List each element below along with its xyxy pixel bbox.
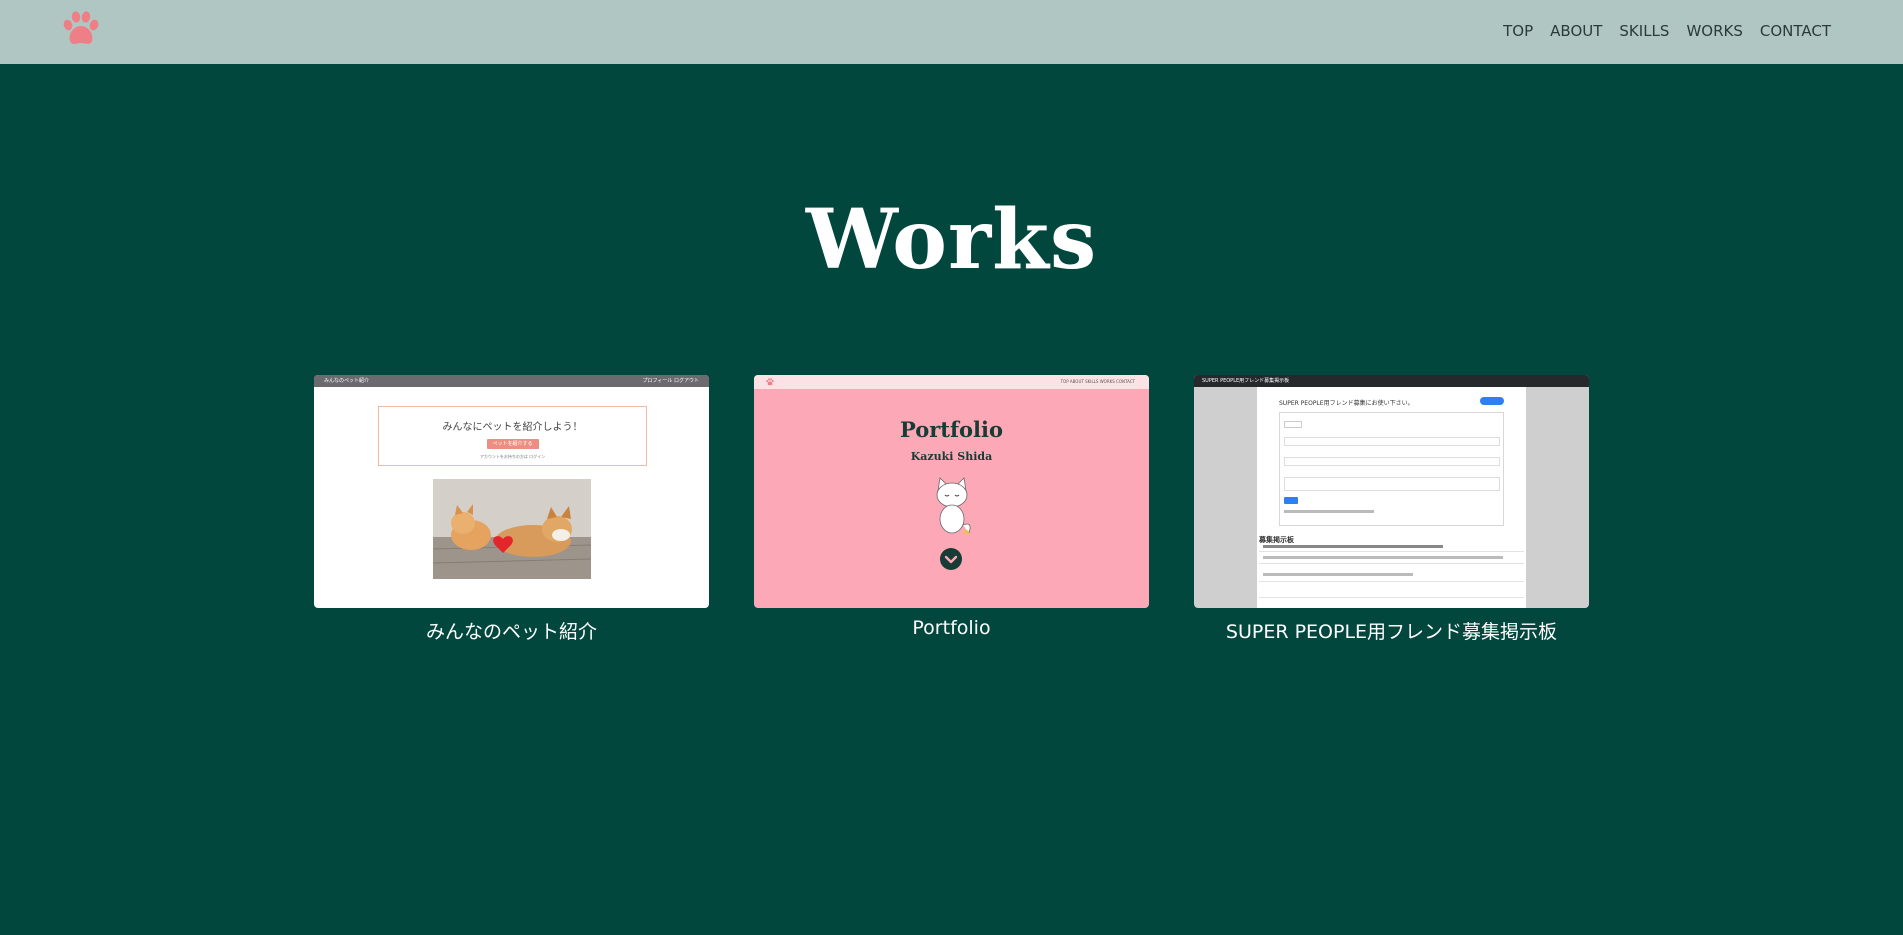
thumb-table-rule	[1259, 597, 1524, 598]
thumb-heading: みんなにペットを紹介しよう！	[442, 422, 583, 433]
paw-icon	[766, 378, 774, 386]
pet-photo	[433, 479, 591, 579]
main-nav: TOP ABOUT SKILLS WORKS CONTACT	[1503, 22, 1831, 40]
work-caption[interactable]: SUPER PEOPLE用フレンド募集掲示板	[1194, 617, 1589, 644]
thumb-navbar: みんなのペット紹介 プロフィール ログアウト	[314, 375, 709, 387]
thumb-subtext: アカウントをお持ちの方は ログイン	[479, 454, 546, 459]
work-thumbnail[interactable]: SUPER PEOPLE用フレンド募集掲示板 SUPER PEOPLE用フレンド…	[1194, 375, 1589, 608]
thumb-site-name: みんなのペット紹介	[324, 378, 370, 384]
work-card-super-people[interactable]: SUPER PEOPLE用フレンド募集掲示板 SUPER PEOPLE用フレンド…	[1194, 375, 1589, 644]
pet-photo-graphic	[433, 479, 591, 579]
thumb-navbar: SUPER PEOPLE用フレンド募集掲示板	[1194, 375, 1589, 387]
thumb-nav-links: TOP ABOUT SKILLS WORKS CONTACT	[1060, 379, 1135, 384]
nav-works[interactable]: WORKS	[1686, 22, 1742, 40]
paw-icon[interactable]	[62, 11, 100, 47]
page-title: Works	[805, 192, 1098, 288]
thumb-hero-box: みんなにペットを紹介しよう！ ペットを紹介する アカウントをお持ちの方は ログイ…	[378, 406, 647, 466]
nav-contact[interactable]: CONTACT	[1760, 22, 1831, 40]
thumb-pill-button	[1480, 397, 1504, 405]
chevron-down-icon	[940, 548, 962, 570]
thumb-title: Portfolio	[899, 417, 1003, 442]
thumb-nav-links: プロフィール ログアウト	[642, 378, 700, 384]
work-card-pets[interactable]: みんなのペット紹介 プロフィール ログアウト みんなにペットを紹介しよう！ ペッ…	[314, 375, 709, 644]
thumb-button: ペットを紹介する	[486, 439, 539, 449]
nav-skills[interactable]: SKILLS	[1619, 22, 1669, 40]
thumb-page: SUPER PEOPLE用フレンド募集にお使い下さい。 募集掲示板	[1257, 387, 1526, 608]
thumb-table-rule	[1259, 551, 1524, 552]
thumb-heading: SUPER PEOPLE用フレンド募集にお使い下さい。	[1279, 400, 1414, 407]
work-caption[interactable]: みんなのペット紹介	[314, 617, 709, 644]
thumb-form	[1279, 412, 1504, 526]
nav-top[interactable]: TOP	[1503, 22, 1533, 40]
cat-illustration	[936, 477, 971, 534]
site-header: TOP ABOUT SKILLS WORKS CONTACT	[0, 0, 1903, 64]
thumb-table-rule	[1259, 563, 1524, 564]
work-thumbnail[interactable]: みんなのペット紹介 プロフィール ログアウト みんなにペットを紹介しよう！ ペッ…	[314, 375, 709, 608]
thumb-table-rule	[1259, 581, 1524, 582]
nav-about[interactable]: ABOUT	[1550, 22, 1602, 40]
thumb-name: Kazuki Shida	[910, 450, 993, 463]
thumb-site-name: SUPER PEOPLE用フレンド募集掲示板	[1202, 378, 1290, 384]
work-thumbnail[interactable]: TOP ABOUT SKILLS WORKS CONTACT Portfolio…	[754, 375, 1149, 608]
work-card-portfolio[interactable]: TOP ABOUT SKILLS WORKS CONTACT Portfolio…	[754, 375, 1149, 639]
thumb-section-title: 募集掲示板	[1259, 536, 1294, 544]
work-caption[interactable]: Portfolio	[754, 617, 1149, 639]
thumb-navbar: TOP ABOUT SKILLS WORKS CONTACT	[754, 375, 1149, 389]
